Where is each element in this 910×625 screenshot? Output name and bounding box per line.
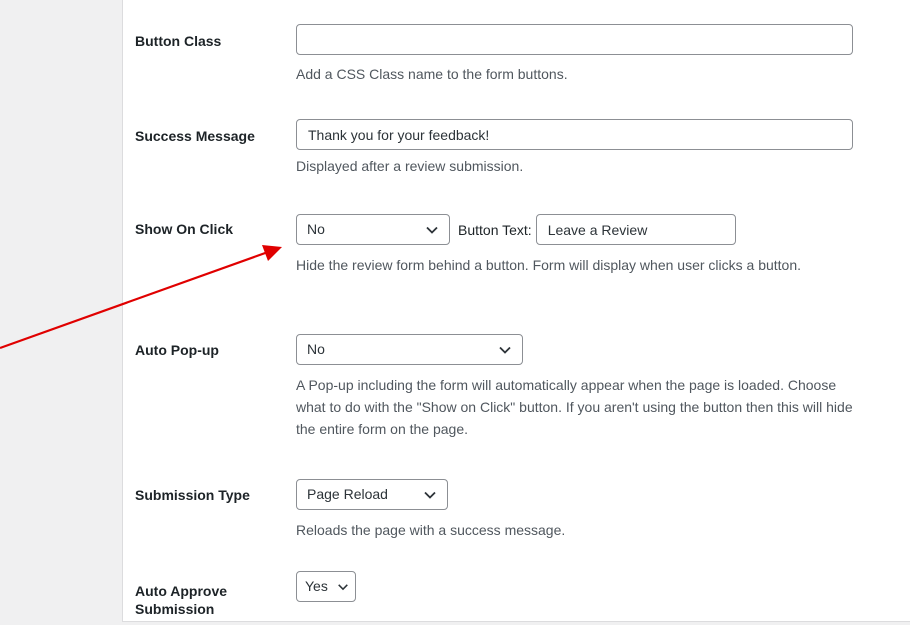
auto-approve-selected: Yes: [305, 578, 328, 594]
auto-approve-label: Auto Approve Submission: [135, 583, 228, 617]
button-class-description: Add a CSS Class name to the form buttons…: [296, 66, 568, 82]
auto-popup-field: No A Pop-up including the form will auto…: [296, 334, 856, 440]
auto-popup-select[interactable]: No: [296, 334, 523, 365]
submission-type-select[interactable]: Page Reload: [296, 479, 448, 510]
settings-card: Button Class Add a CSS Class name to the…: [122, 0, 910, 622]
settings-panel: Button Class Add a CSS Class name to the…: [105, 0, 910, 625]
button-class-field: Add a CSS Class name to the form buttons…: [296, 24, 853, 85]
submission-type-label: Submission Type: [135, 487, 250, 503]
chevron-down-icon: [424, 491, 436, 499]
chevron-down-icon: [426, 226, 438, 234]
auto-approve-field: Yes: [296, 571, 356, 602]
button-text-input[interactable]: [535, 214, 736, 245]
submission-type-selected: Page Reload: [307, 486, 388, 502]
submission-type-description: Reloads the page with a success message.: [296, 522, 566, 538]
show-on-click-select[interactable]: No: [296, 214, 450, 245]
show-on-click-description: Hide the review form behind a button. Fo…: [296, 257, 802, 273]
auto-popup-description: A Pop-up including the form will automat…: [296, 377, 853, 437]
show-on-click-label: Show On Click: [135, 221, 234, 237]
success-message-field: Displayed after a review submission.: [296, 119, 853, 177]
button-class-input[interactable]: [296, 24, 853, 55]
show-on-click-field: No Button Text: Hide the review form beh…: [296, 214, 816, 276]
auto-popup-selected: No: [307, 341, 325, 357]
button-class-label: Button Class: [135, 33, 222, 49]
success-message-input[interactable]: [296, 119, 853, 150]
success-message-description: Displayed after a review submission.: [296, 158, 524, 174]
button-text-label: Button Text:: [458, 221, 532, 238]
success-message-label: Success Message: [135, 128, 255, 144]
chevron-down-icon: [338, 584, 348, 591]
submission-type-field: Page Reload Reloads the page with a succ…: [296, 479, 565, 541]
chevron-down-icon: [499, 346, 511, 354]
auto-approve-select[interactable]: Yes: [296, 571, 356, 602]
show-on-click-selected: No: [307, 221, 325, 237]
auto-popup-label: Auto Pop-up: [135, 342, 219, 358]
